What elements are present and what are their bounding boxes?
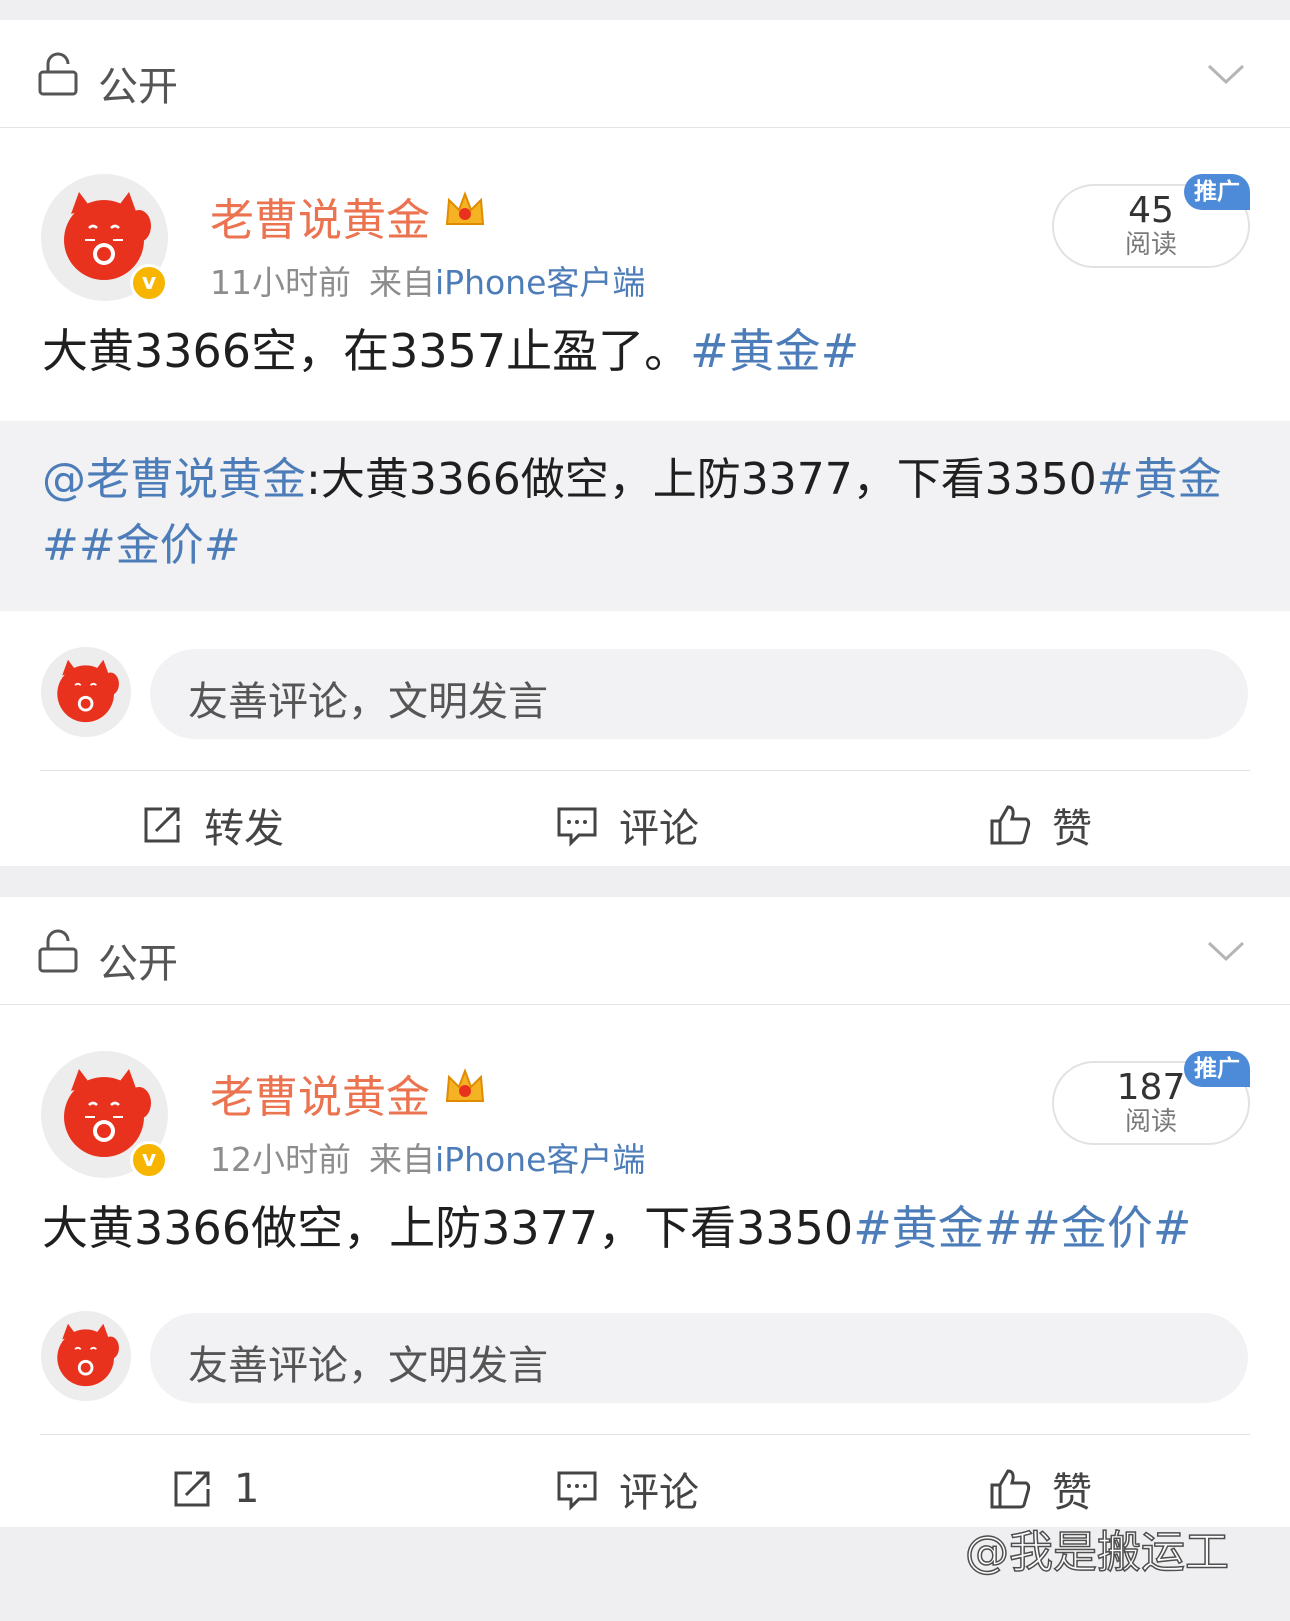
topic-link[interactable]: #黄金# [690,324,859,378]
repost-button[interactable]: 转发 [140,797,284,853]
post-text: 大黄3366空，在3357止盈了。#黄金# [0,318,1290,421]
visibility-row[interactable]: 公开 [0,897,1290,1005]
comment-icon [557,807,597,847]
like-button[interactable]: 赞 [988,797,1092,853]
comment-placeholder: 友善评论，文明发言 [188,1343,548,1389]
read-label: 阅读 [1124,1107,1177,1137]
comment-input[interactable]: 友善评论，文明发言 [150,649,1248,739]
crown-icon [445,191,485,225]
post-meta: 11小时前 来自iPhone客户端 [210,256,645,304]
visibility-label: 公开 [98,64,178,110]
post-text: 大黄3366做空，上防3377，下看3350#黄金##金价# [0,1195,1290,1275]
repost-count: 1 [234,1466,260,1512]
comment-row: 友善评论，文明发言 [0,611,1290,771]
comment-row: 友善评论，文明发言 [0,1275,1290,1435]
source-device: iPhone客户端 [435,1140,646,1179]
post-meta: 12小时前 来自iPhone客户端 [210,1133,645,1181]
like-button[interactable]: 赞 [988,1461,1092,1517]
visibility-label: 公开 [98,941,178,987]
thumbs-up-icon [990,805,1031,845]
source-prefix: 来自 [369,1140,435,1179]
my-avatar [41,647,131,737]
username[interactable]: 老曹说黄金 [210,1061,430,1125]
crown-icon [445,1068,485,1102]
post-header: v 老曹说黄金 11小时前 来自iPhone客户端 45 阅读 推广 [0,128,1290,318]
visibility-row[interactable]: 公开 [0,20,1290,128]
comment-button[interactable]: 评论 [555,1461,699,1517]
watermark: @我是搬运工 [964,1526,1230,1579]
lucky-cat-icon [57,1323,119,1387]
promote-badge[interactable]: 推广 [1184,174,1250,210]
post-card: 公开 v 老曹说黄金 12小时前 来自iPhone客户端 187 阅读 推广 大… [0,897,1290,1527]
mention-link[interactable]: @老曹说黄金 [42,454,306,505]
action-bar: 转发 评论 赞 [0,771,1290,879]
like-label: 赞 [1052,806,1092,852]
read-label: 阅读 [1124,230,1177,260]
thumbs-up-icon [990,1469,1031,1509]
repost-body: :大黄3366做空，上防3377，下看3350 [306,454,1097,505]
unlock-icon [38,52,78,96]
post-time: 11小时前 [210,263,351,302]
source-device: iPhone客户端 [435,263,646,302]
promote-badge[interactable]: 推广 [1184,1051,1250,1087]
comment-label: 评论 [619,1470,699,1516]
post-header: v 老曹说黄金 12小时前 来自iPhone客户端 187 阅读 推广 [0,1005,1290,1195]
comment-placeholder: 友善评论，文明发言 [188,679,548,725]
source-prefix: 来自 [369,263,435,302]
repost-icon [174,1471,210,1507]
post-body: 大黄3366做空，上防3377，下看3350 [42,1201,854,1255]
reposted-content[interactable]: @老曹说黄金:大黄3366做空，上防3377，下看3350#黄金##金价# [0,421,1290,611]
post-body: 大黄3366空，在3357止盈了。 [42,324,691,378]
topic-link[interactable]: #黄金##金价# [853,1201,1191,1255]
comment-label: 评论 [619,806,699,852]
comment-button[interactable]: 评论 [555,797,699,853]
post-time: 12小时前 [210,1140,351,1179]
repost-button[interactable]: 1 [170,1461,259,1517]
chevron-down-icon[interactable] [1206,937,1246,965]
comment-icon [557,1471,597,1511]
repost-icon [144,807,180,843]
lucky-cat-icon [57,659,119,723]
verified-badge-icon: v [130,1141,168,1179]
my-avatar [41,1311,131,1401]
like-label: 赞 [1052,1470,1092,1516]
unlock-icon [38,929,78,973]
repost-label: 转发 [204,806,284,852]
comment-input[interactable]: 友善评论，文明发言 [150,1313,1248,1403]
username[interactable]: 老曹说黄金 [210,184,430,248]
post-card: 公开 v 老曹说黄金 11小时前 来自iPhone客户端 45 阅读 推广 大黄… [0,20,1290,866]
verified-badge-icon: v [130,264,168,302]
chevron-down-icon[interactable] [1206,60,1246,88]
